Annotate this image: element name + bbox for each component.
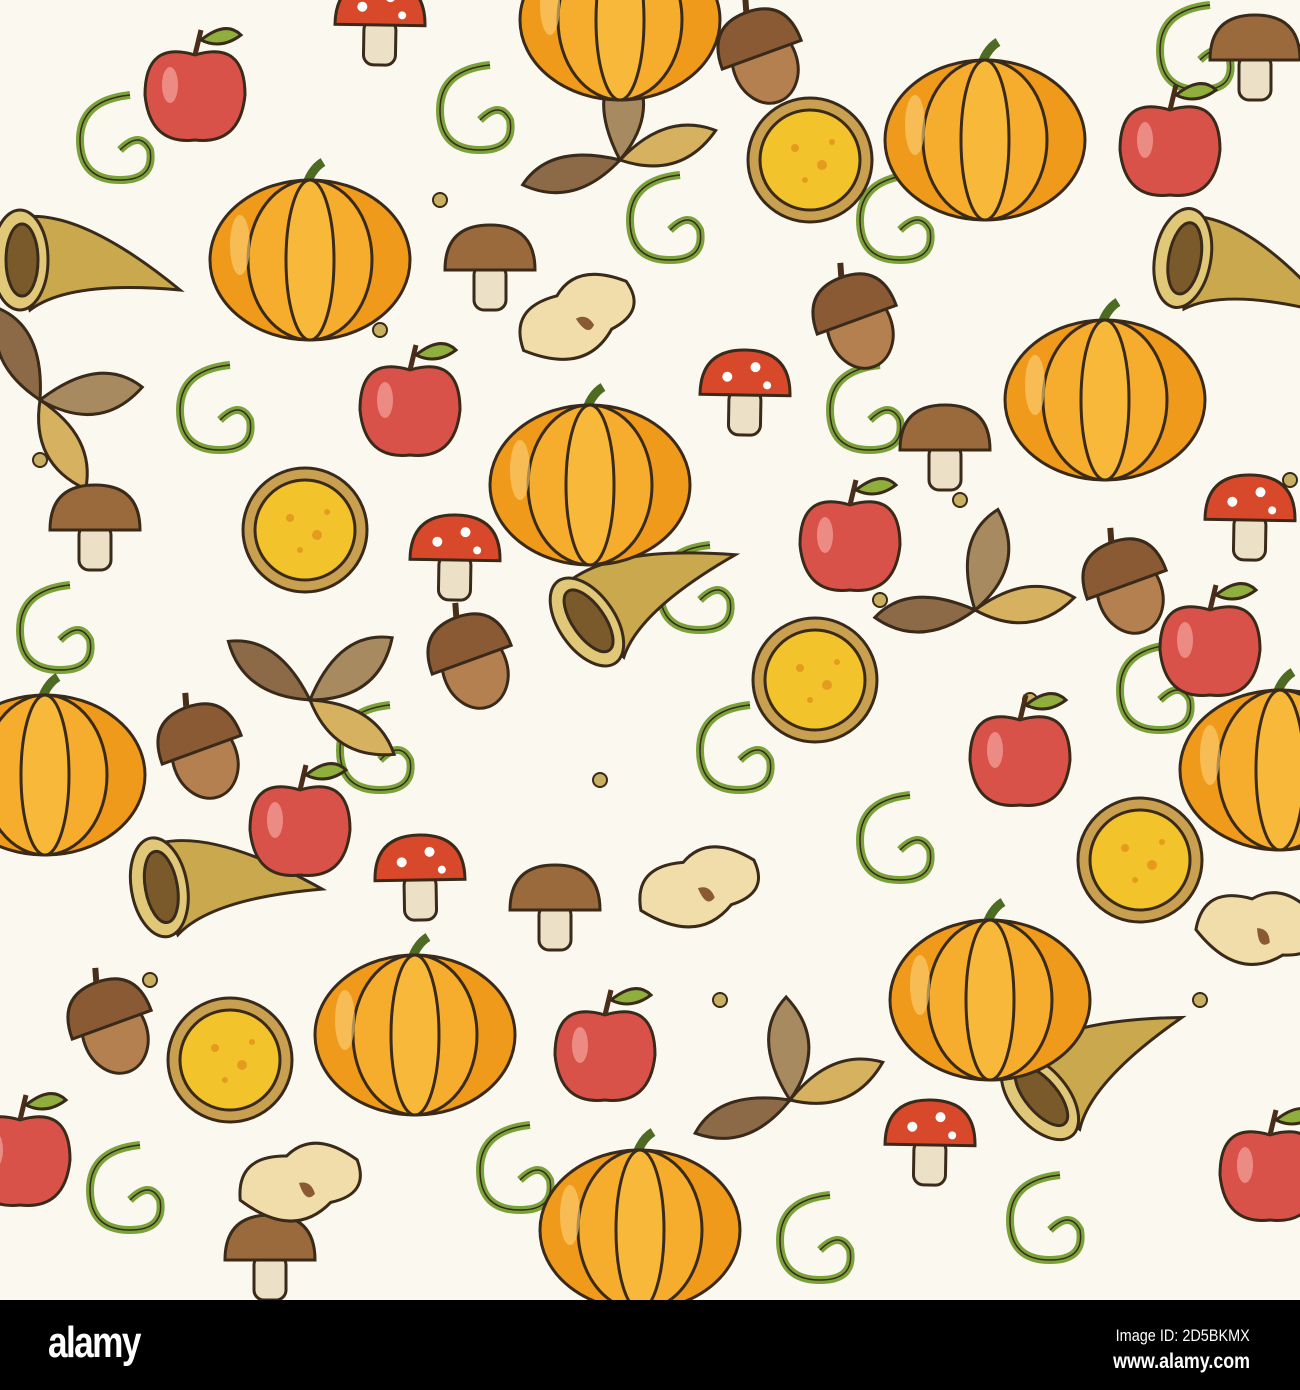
pear-icon — [1194, 891, 1300, 966]
mushroom-icon — [883, 1098, 977, 1187]
dot-icon — [872, 592, 888, 608]
pie-icon — [751, 616, 879, 744]
mushroom-icon — [508, 863, 602, 952]
apple-icon — [1118, 82, 1222, 197]
pie-icon — [1076, 796, 1204, 924]
swirl-icon — [625, 171, 705, 265]
swirl-icon — [75, 91, 155, 185]
website-link[interactable]: www.alamy.com — [1113, 1350, 1250, 1374]
pumpkin-icon — [538, 1128, 742, 1300]
swirl-icon — [1005, 1171, 1085, 1265]
horn-icon — [0, 208, 185, 313]
swirl-icon — [825, 361, 905, 455]
dot-icon — [952, 492, 968, 508]
pumpkin-icon — [883, 38, 1087, 222]
dot-icon — [1282, 472, 1298, 488]
swirl-icon — [85, 1141, 165, 1235]
dot-icon — [712, 992, 728, 1008]
pie-icon — [746, 96, 874, 224]
pumpkin-icon — [1178, 668, 1300, 852]
mushroom-icon — [1203, 473, 1297, 562]
watermark-footer: alamy Image ID: 2D5BKMX www.alamy.com — [0, 1300, 1300, 1390]
pear-icon — [638, 845, 760, 929]
pumpkin-icon — [888, 898, 1092, 1082]
swirl-icon — [15, 581, 95, 675]
apple-icon — [798, 477, 902, 592]
mushroom-icon — [223, 1213, 317, 1300]
image-id: Image ID: 2D5BKMX — [1115, 1326, 1250, 1345]
mushroom-icon — [698, 348, 792, 437]
swirl-icon — [175, 361, 255, 455]
mushroom-icon — [48, 483, 142, 572]
mushroom-icon — [408, 513, 502, 602]
dot-icon — [432, 192, 448, 208]
pumpkin-icon — [313, 933, 517, 1117]
dot-icon — [372, 322, 388, 338]
mushroom-icon — [443, 223, 537, 312]
mushroom-icon — [333, 0, 427, 67]
apple-icon — [0, 1092, 72, 1207]
pumpkin-icon — [0, 673, 147, 857]
apple-icon — [248, 762, 352, 877]
swirl-icon — [435, 61, 515, 155]
mushroom-icon — [373, 833, 467, 922]
alamy-logo: alamy — [48, 1318, 141, 1367]
leaves-icon — [226, 635, 397, 757]
apple-icon — [1158, 582, 1262, 697]
pumpkin-icon — [518, 0, 722, 102]
acorn-icon — [811, 262, 899, 370]
pumpkin-icon — [208, 158, 412, 342]
apple-icon — [143, 27, 247, 142]
pear-icon — [238, 1141, 362, 1223]
pear-icon — [518, 272, 636, 361]
dot-icon — [142, 972, 158, 988]
pumpkin-icon — [488, 383, 692, 567]
apple-icon — [553, 987, 657, 1102]
apple-icon — [358, 342, 462, 457]
swirl-icon — [855, 791, 935, 885]
dot-icon — [32, 452, 48, 468]
mushroom-icon — [898, 403, 992, 492]
swirl-icon — [695, 701, 775, 795]
pie-icon — [166, 996, 294, 1124]
acorn-icon — [426, 602, 514, 710]
pie-icon — [241, 466, 369, 594]
leaves-icon — [693, 994, 886, 1140]
pumpkin-icon — [1003, 298, 1207, 482]
apple-icon — [968, 692, 1072, 807]
acorn-icon — [156, 692, 244, 800]
swirl-icon — [475, 1121, 555, 1215]
swirl-icon — [775, 1191, 855, 1285]
autumn-pattern-illustration — [0, 0, 1300, 1300]
apple-icon — [1218, 1107, 1300, 1222]
dot-icon — [1192, 992, 1208, 1008]
horn-icon — [1152, 207, 1300, 319]
dot-icon — [592, 772, 608, 788]
